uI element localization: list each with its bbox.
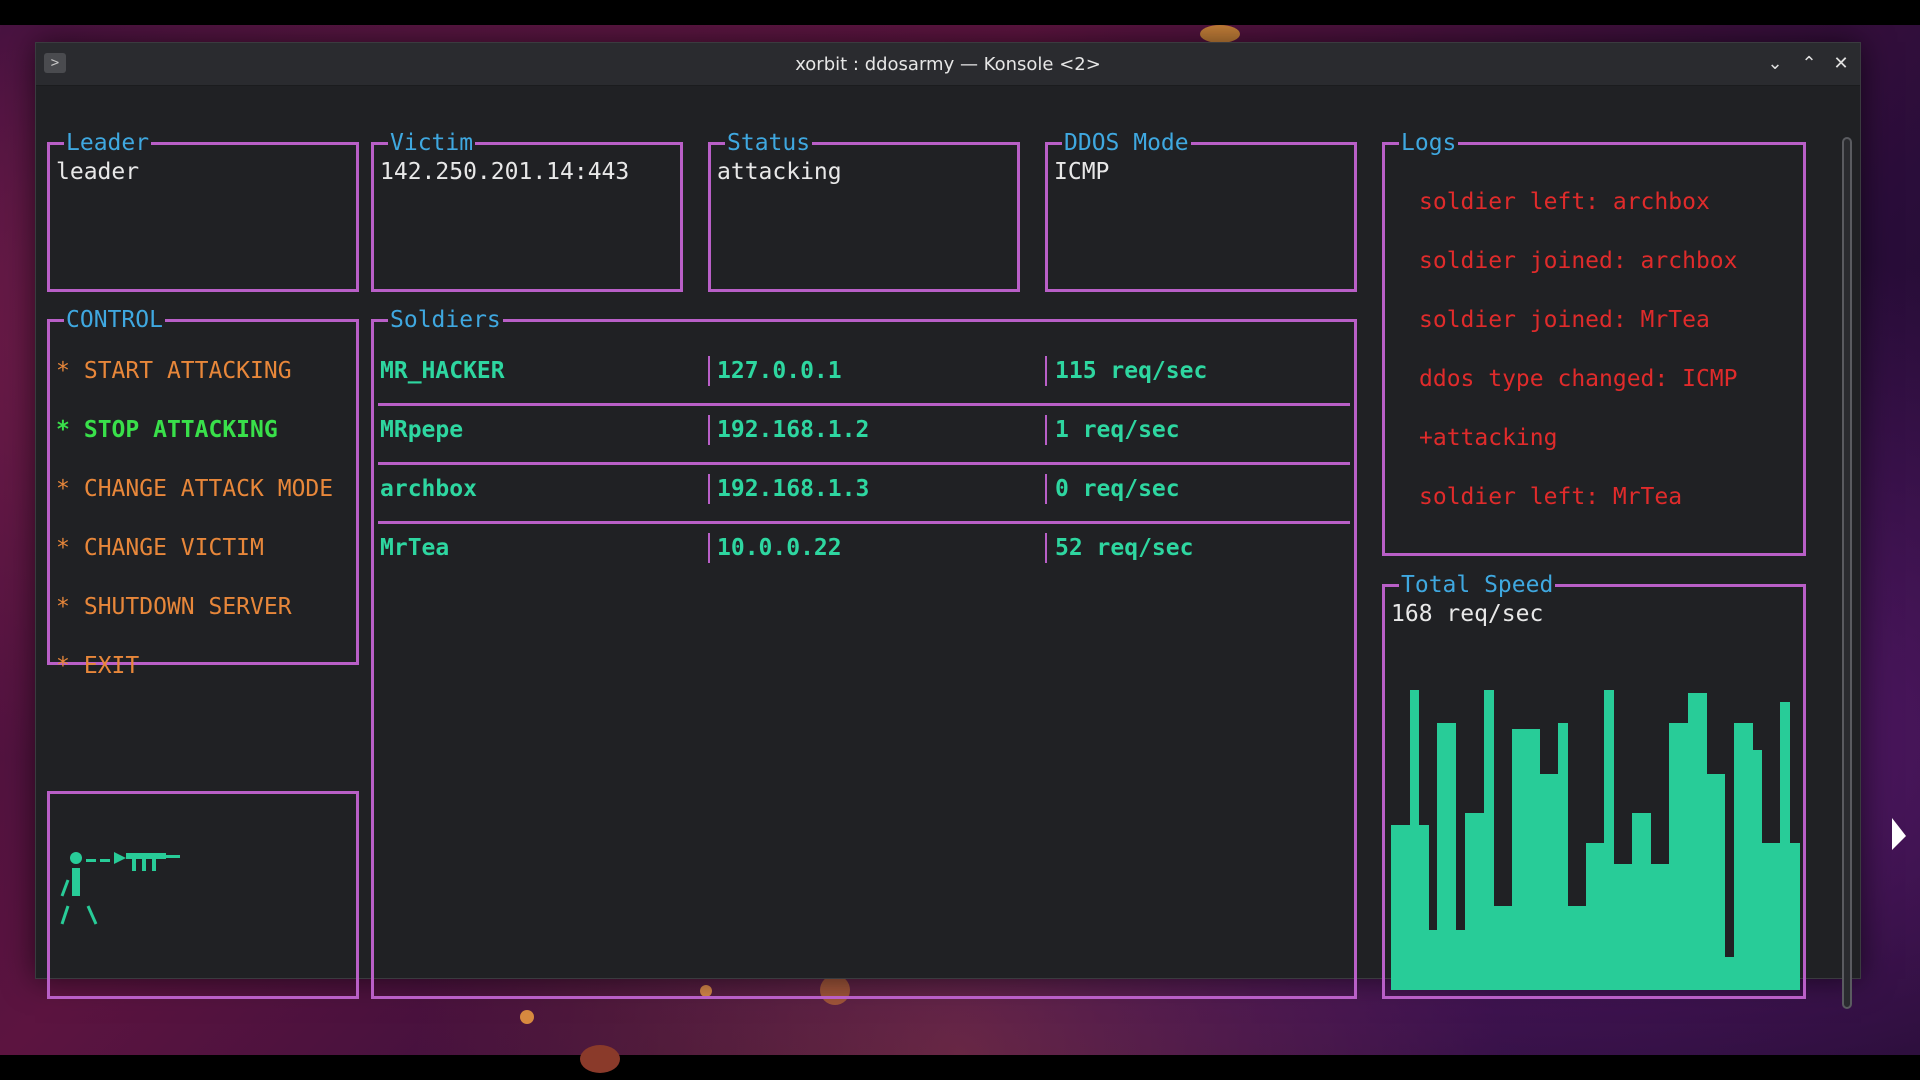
control-label: CONTROL [64, 307, 165, 333]
soldier-name: MrTea [380, 535, 450, 561]
soldier-ip: 10.0.0.22 [717, 535, 842, 561]
column-separator [708, 474, 710, 504]
soldiers-label: Soldiers [388, 307, 503, 333]
victim-label: Victim [388, 130, 476, 156]
row-divider [378, 403, 1350, 406]
scrollbar[interactable] [1842, 137, 1852, 1009]
bullet-star-icon: * [56, 535, 70, 561]
speed-bar [1789, 843, 1800, 990]
soldier-ip: 192.168.1.3 [717, 476, 870, 502]
bullet-star-icon: * [56, 653, 70, 679]
column-separator [708, 415, 710, 445]
soldier-rate: 52 req/sec [1055, 535, 1194, 561]
exit-button[interactable]: * EXIT [56, 653, 139, 679]
mouse-cursor-icon [1892, 818, 1906, 850]
konsole-window: > xorbit : ddosarmy — Konsole <2> ⌄ ⌃ ✕ … [35, 42, 1861, 1009]
close-icon[interactable]: ✕ [1828, 51, 1854, 77]
soldier-name: MRpepe [380, 417, 464, 443]
column-separator [1045, 533, 1047, 563]
status-value: attacking [717, 159, 842, 185]
chevron-down-icon[interactable]: ⌄ [1762, 51, 1788, 77]
log-entry: soldier left: MrTea [1419, 484, 1683, 510]
leader-panel: Leader leader [47, 130, 359, 292]
control-panel: CONTROL * START ATTACKING * STOP ATTACKING… [47, 307, 359, 679]
row-divider [378, 462, 1350, 465]
soldier-with-gun-icon [60, 852, 180, 925]
leader-value: leader [56, 159, 140, 185]
ddos-mode-label: DDOS Mode [1062, 130, 1191, 156]
logs-label: Logs [1399, 130, 1459, 156]
row-divider [378, 521, 1350, 524]
column-separator [1045, 474, 1047, 504]
change-victim-label: CHANGE VICTIM [83, 535, 264, 561]
soldier-name: MR_HACKER [380, 358, 505, 384]
table-row[interactable]: archbox 192.168.1.3 0 req/sec [374, 466, 1354, 524]
soldier-rate: 1 req/sec [1055, 417, 1180, 443]
log-entry: soldier left: archbox [1419, 189, 1710, 215]
wallpaper-shape [520, 1010, 534, 1024]
soldier-art-panel [47, 791, 359, 999]
stop-attacking-label: STOP ATTACKING [83, 417, 278, 443]
leader-label: Leader [64, 130, 152, 156]
total-speed-panel: Total Speed 168 req/sec [1382, 572, 1806, 999]
title-bar: > xorbit : ddosarmy — Konsole <2> ⌄ ⌃ ✕ [36, 43, 1860, 86]
ddos-mode-panel: DDOS Mode ICMP [1045, 130, 1357, 292]
exit-label: EXIT [83, 653, 140, 679]
soldier-rate: 0 req/sec [1055, 476, 1180, 502]
column-separator [708, 356, 710, 386]
log-entry: soldier joined: MrTea [1419, 307, 1710, 333]
bullet-star-icon: * [56, 476, 70, 502]
shutdown-server-button[interactable]: * SHUTDOWN SERVER [56, 594, 292, 620]
table-row[interactable]: MRpepe 192.168.1.2 1 req/sec [374, 407, 1354, 465]
table-row[interactable]: MrTea 10.0.0.22 52 req/sec [374, 525, 1354, 583]
terminal-content: Leader leader Victim 142.250.201.14:443 … [36, 85, 1860, 1009]
soldier-ip: 127.0.0.1 [717, 358, 842, 384]
total-speed-value: 168 req/sec [1391, 601, 1544, 627]
column-separator [708, 533, 710, 563]
victim-value: 142.250.201.14:443 [380, 159, 630, 185]
logs-panel: Logs soldier left: archbox soldier joine… [1382, 130, 1806, 556]
change-attack-mode-label: CHANGE ATTACK MODE [83, 476, 334, 502]
wallpaper-shape [1200, 25, 1240, 43]
table-row[interactable]: MR_HACKER 127.0.0.1 115 req/sec [374, 348, 1354, 406]
wallpaper-shape [580, 1045, 620, 1073]
start-attacking-label: START ATTACKING [83, 358, 292, 384]
shutdown-server-label: SHUTDOWN SERVER [83, 594, 292, 620]
bullet-star-icon: * [56, 594, 70, 620]
status-panel: Status attacking [708, 130, 1020, 292]
chevron-up-icon[interactable]: ⌃ [1796, 51, 1822, 77]
ddos-mode-value: ICMP [1054, 159, 1110, 185]
start-attacking-button[interactable]: * START ATTACKING [56, 358, 292, 384]
column-separator [1045, 415, 1047, 445]
column-separator [1045, 356, 1047, 386]
stop-attacking-button[interactable]: * STOP ATTACKING [56, 417, 278, 443]
victim-panel: Victim 142.250.201.14:443 [371, 130, 683, 292]
speed-bar-graph [1391, 690, 1800, 990]
change-attack-mode-button[interactable]: * CHANGE ATTACK MODE [56, 476, 333, 502]
soldier-ip: 192.168.1.2 [717, 417, 870, 443]
log-entry: soldier joined: archbox [1419, 248, 1738, 274]
change-victim-button[interactable]: * CHANGE VICTIM [56, 535, 264, 561]
window-title: xorbit : ddosarmy — Konsole <2> [795, 54, 1101, 75]
soldier-rate: 115 req/sec [1055, 358, 1208, 384]
status-label: Status [725, 130, 813, 156]
log-entry: +attacking [1419, 425, 1558, 451]
bullet-star-icon: * [56, 417, 70, 443]
log-entry: ddos type changed: ICMP [1419, 366, 1738, 392]
soldiers-panel: Soldiers MR_HACKER 127.0.0.1 115 req/sec… [371, 307, 1357, 999]
soldier-name: archbox [380, 476, 477, 502]
total-speed-label: Total Speed [1399, 572, 1556, 598]
bullet-star-icon: * [56, 358, 70, 384]
